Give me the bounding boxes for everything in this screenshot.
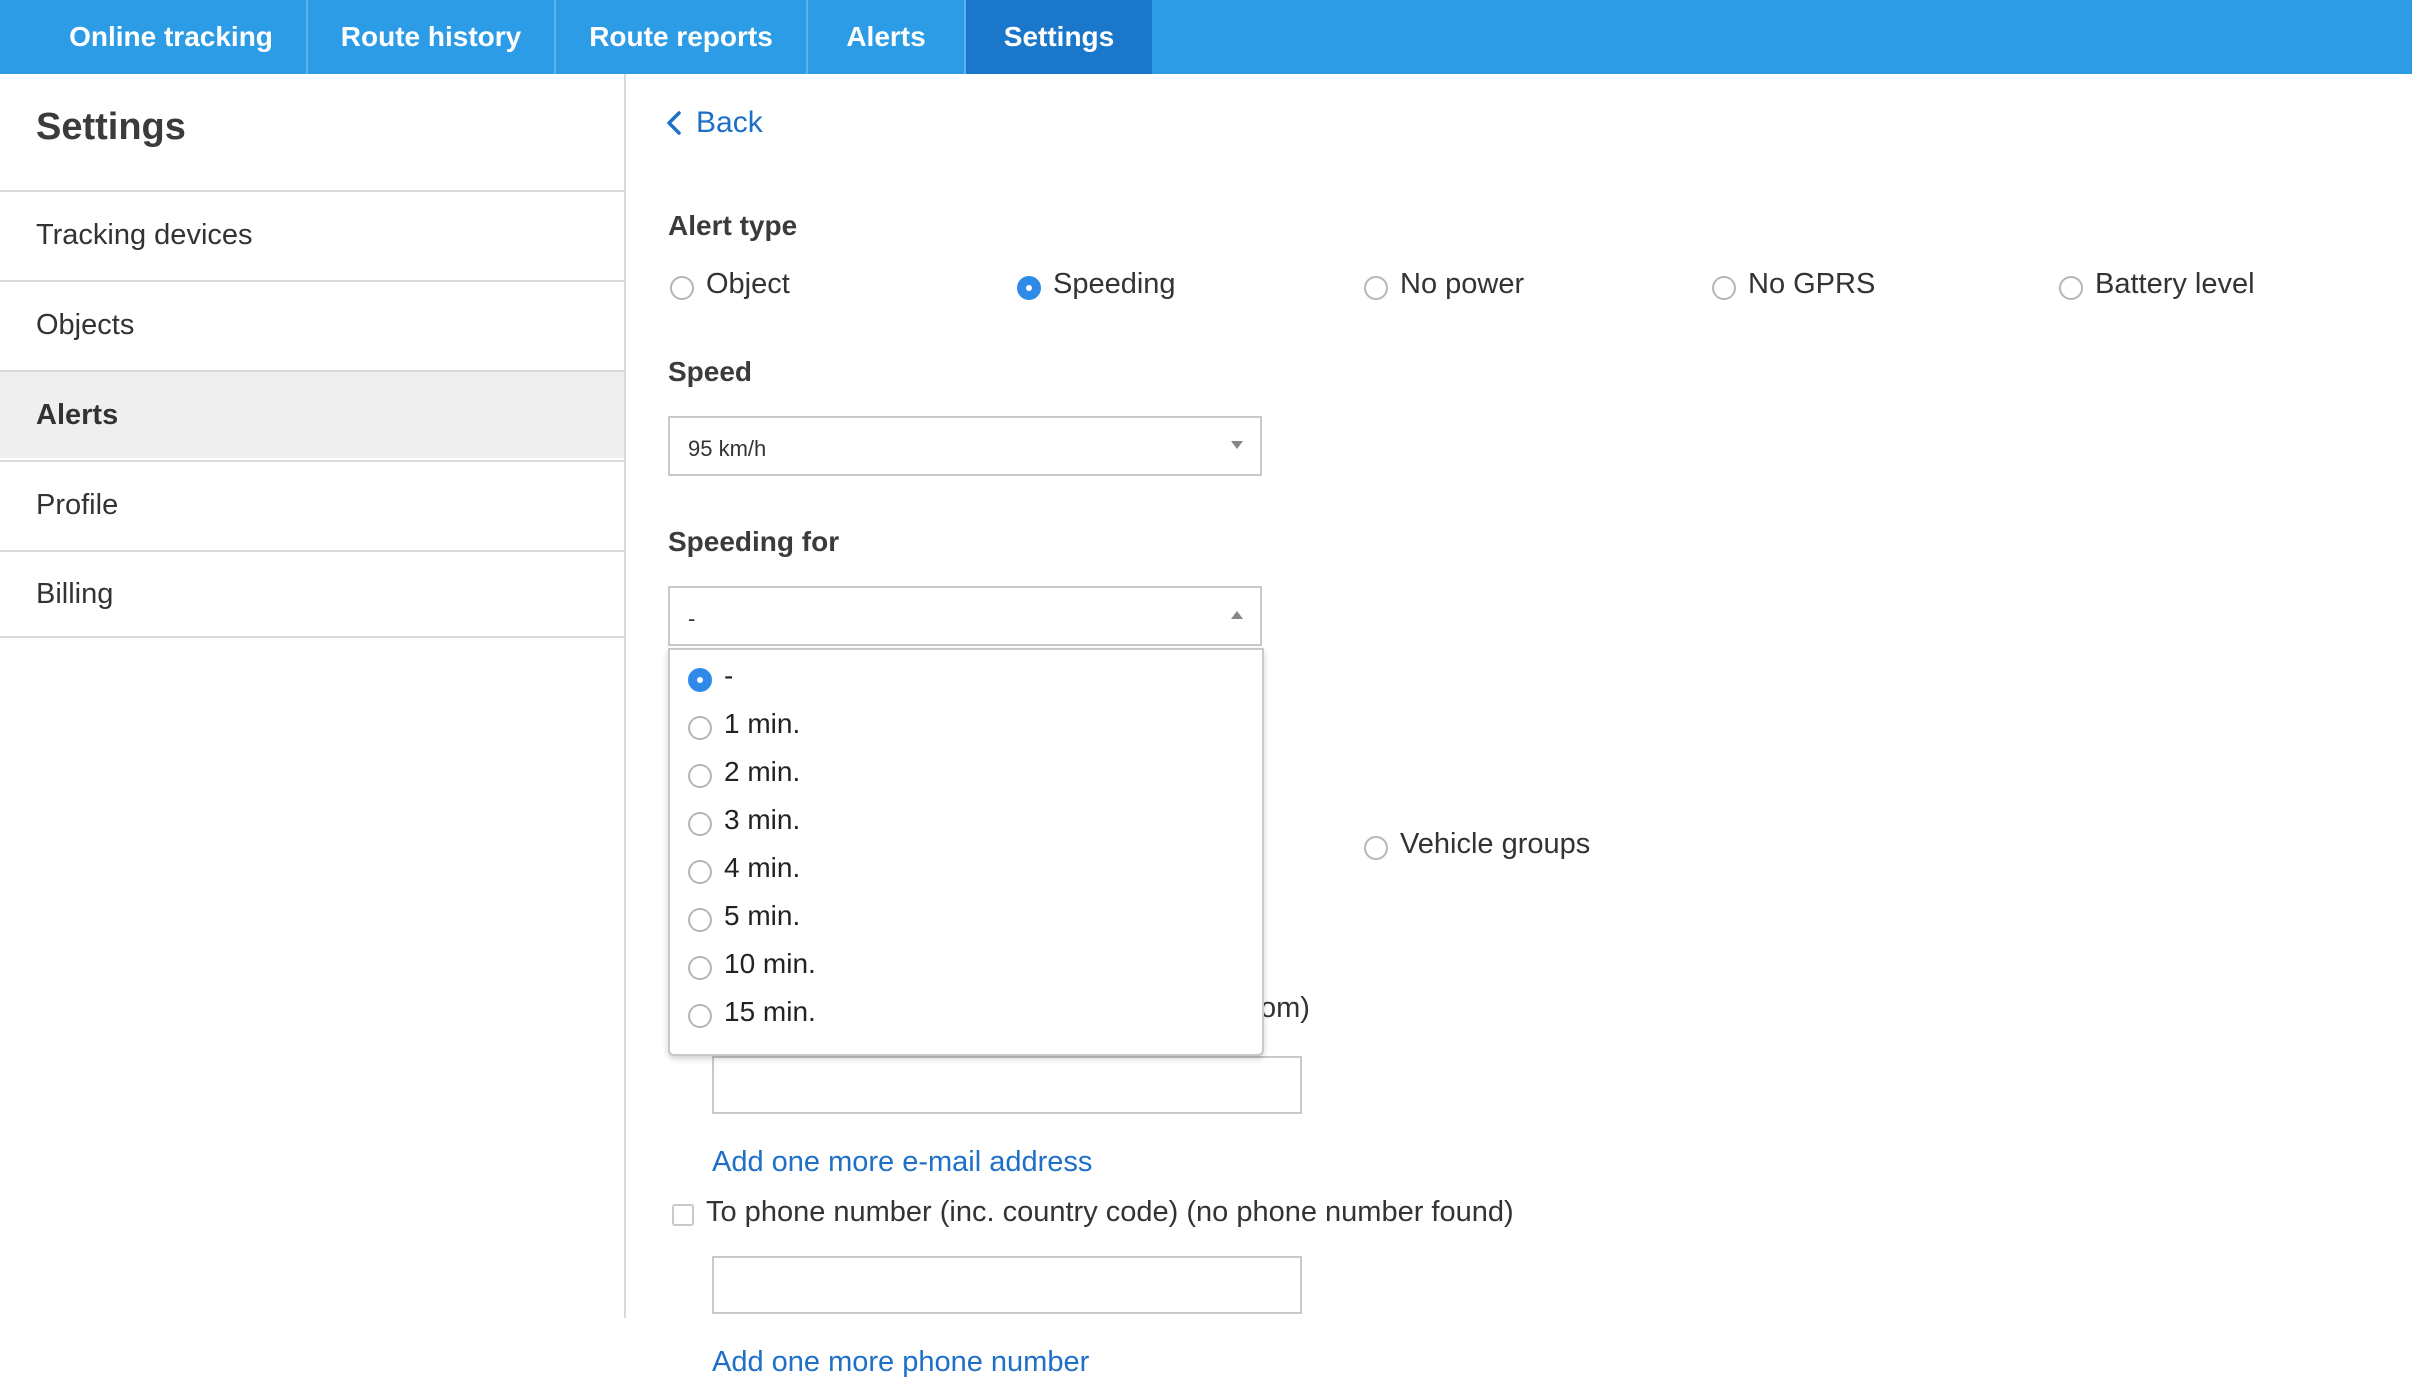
- back-label: Back: [696, 106, 763, 139]
- sidebar-item-billing[interactable]: Billing: [0, 550, 624, 638]
- add-email-link[interactable]: Add one more e-mail address: [712, 1146, 1092, 1179]
- speeding-for-label: Speeding for: [668, 526, 840, 557]
- radio-no-power[interactable]: [1364, 276, 1388, 300]
- tab-route-history[interactable]: Route history: [308, 0, 556, 74]
- dropdown-option-label: 4 min.: [724, 852, 801, 883]
- radio-battery-level[interactable]: [2059, 276, 2083, 300]
- dropdown-option[interactable]: 1 min.: [688, 704, 1248, 752]
- speed-select-value: 95 km/h: [688, 436, 767, 461]
- phone-checkbox-label: To phone number (inc. country code) (no …: [706, 1196, 1514, 1228]
- radio-speeding[interactable]: [1017, 276, 1041, 300]
- dropdown-option[interactable]: 3 min.: [688, 800, 1248, 848]
- speeding-for-select-value: -: [688, 606, 696, 631]
- sidebar: Settings Tracking devices Objects Alerts…: [0, 74, 626, 1318]
- dropdown-option[interactable]: 5 min.: [688, 896, 1248, 944]
- dropdown-option-radio: [688, 860, 712, 884]
- sidebar-title: Settings: [36, 106, 186, 148]
- phone-input[interactable]: [712, 1256, 1302, 1314]
- dropdown-option-radio: [688, 956, 712, 980]
- dropdown-option[interactable]: -: [688, 656, 1248, 704]
- speed-label: Speed: [668, 356, 753, 387]
- sidebar-item-tracking-devices[interactable]: Tracking devices: [0, 190, 624, 278]
- back-link[interactable]: Back: [666, 106, 763, 140]
- top-navigation: Online tracking Route history Route repo…: [0, 0, 2412, 74]
- speeding-for-dropdown: - 1 min. 2 min. 3 min. 4 min. 5 min. 10 …: [668, 648, 1264, 1056]
- dropdown-option-radio: [688, 1004, 712, 1028]
- dropdown-option-label: 1 min.: [724, 708, 801, 739]
- radio-vehicle-groups-label: Vehicle groups: [1400, 828, 1591, 860]
- dropdown-option[interactable]: 4 min.: [688, 848, 1248, 896]
- dropdown-option[interactable]: 15 min.: [688, 992, 1248, 1040]
- main-content: Back Alert type Object Speeding No power…: [626, 74, 2412, 1378]
- tab-alerts[interactable]: Alerts: [808, 0, 966, 74]
- radio-vehicle-groups[interactable]: [1364, 836, 1388, 860]
- dropdown-option-radio: [688, 716, 712, 740]
- dropdown-option-radio: [688, 764, 712, 788]
- dropdown-option-radio: [688, 668, 712, 692]
- radio-no-gprs[interactable]: [1712, 276, 1736, 300]
- tab-settings[interactable]: Settings: [966, 0, 1152, 74]
- dropdown-option-label: 15 min.: [724, 996, 816, 1027]
- sidebar-item-objects[interactable]: Objects: [0, 280, 624, 368]
- dropdown-option[interactable]: 2 min.: [688, 752, 1248, 800]
- caret-up-icon: [1231, 611, 1243, 619]
- dropdown-option-label: 5 min.: [724, 900, 801, 931]
- tab-route-reports[interactable]: Route reports: [556, 0, 808, 74]
- speed-select[interactable]: 95 km/h: [668, 416, 1262, 476]
- phone-checkbox[interactable]: [672, 1204, 694, 1226]
- radio-object[interactable]: [670, 276, 694, 300]
- radio-no-power-label: No power: [1400, 268, 1525, 300]
- dropdown-option-label: -: [724, 660, 734, 691]
- add-phone-link[interactable]: Add one more phone number: [712, 1346, 1089, 1379]
- dropdown-option-label: 3 min.: [724, 804, 801, 835]
- dropdown-option-radio: [688, 812, 712, 836]
- sidebar-item-alerts[interactable]: Alerts: [0, 370, 624, 458]
- dropdown-option-label: 10 min.: [724, 948, 816, 979]
- sidebar-item-profile[interactable]: Profile: [0, 460, 624, 548]
- email-input[interactable]: [712, 1056, 1302, 1114]
- tab-online-tracking[interactable]: Online tracking: [36, 0, 308, 74]
- radio-speeding-label: Speeding: [1053, 268, 1176, 300]
- alert-type-label: Alert type: [668, 210, 798, 241]
- chevron-left-icon: [667, 111, 681, 135]
- speeding-for-select[interactable]: -: [668, 586, 1262, 646]
- radio-battery-level-label: Battery level: [2095, 268, 2255, 300]
- radio-object-label: Object: [706, 268, 790, 300]
- dropdown-option[interactable]: 10 min.: [688, 944, 1248, 992]
- email-checkbox-label-partial: om): [1260, 992, 1310, 1024]
- radio-no-gprs-label: No GPRS: [1748, 268, 1876, 300]
- caret-down-icon: [1231, 441, 1243, 449]
- dropdown-option-radio: [688, 908, 712, 932]
- dropdown-option-label: 2 min.: [724, 756, 801, 787]
